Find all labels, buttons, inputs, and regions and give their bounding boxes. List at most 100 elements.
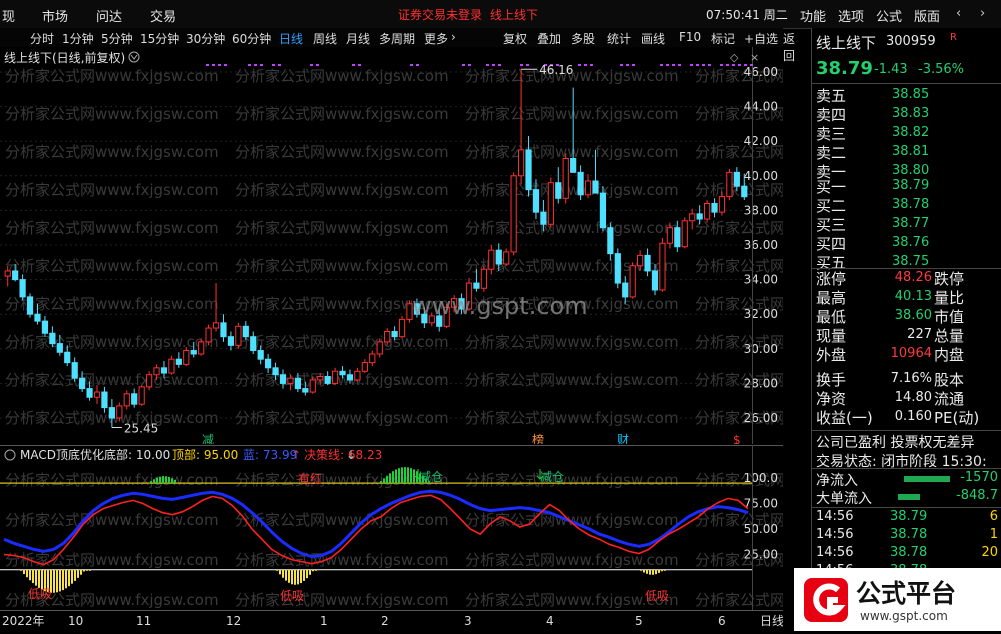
- stat-label-2: 流通: [934, 390, 965, 408]
- candle-body: [525, 149, 532, 191]
- hist-bar-negative: [65, 569, 67, 589]
- label-buy-low-2: 低吸: [280, 589, 304, 603]
- time-axis: 2022年 10 11 12 1 2 3 4 5 6 日线: [0, 610, 783, 631]
- signal-dot: [738, 64, 741, 66]
- watermark-text: 分析家公式网www.fxjgsw.com: [235, 591, 449, 609]
- tool-mark[interactable]: 标记: [711, 30, 735, 47]
- tick-price: 38.78: [890, 527, 928, 542]
- stat-value: 14.80: [894, 390, 932, 405]
- indicator-tick: 25.00: [744, 548, 778, 562]
- menu-layout[interactable]: 版面: [914, 6, 940, 25]
- close-icon[interactable]: ×: [750, 51, 759, 64]
- last-price: 38.79: [816, 58, 873, 79]
- event-rank[interactable]: 榜: [532, 432, 544, 444]
- candle-body: [123, 393, 130, 407]
- candle-body: [64, 351, 71, 364]
- signal-dot: [358, 64, 361, 66]
- signal-dot: [720, 64, 723, 66]
- tool-multi-stock[interactable]: 多股: [571, 30, 595, 47]
- axis-month-6: 6: [718, 614, 726, 628]
- candle-body: [235, 325, 242, 346]
- watermark-text: 分析家公式网www.fxjgsw.com: [465, 471, 679, 489]
- tick-time: 14:56: [816, 509, 854, 524]
- chevron-left-icon[interactable]: ‹: [956, 6, 961, 21]
- sell-level-price: 38.85: [892, 87, 930, 102]
- candle-body: [607, 227, 614, 255]
- tool-add-watchlist[interactable]: +自选: [744, 30, 778, 47]
- hist-bar-negative: [23, 569, 25, 575]
- axis-month-12: 12: [226, 614, 241, 628]
- period-5min[interactable]: 5分钟: [101, 30, 133, 47]
- macd-indicator-chart[interactable]: 分析家公式网www.fxjgsw.com 分析家公式网www.fxjgsw.com…: [0, 445, 783, 610]
- event-reduce[interactable]: 减: [202, 433, 214, 444]
- stat-value: 38.60: [894, 308, 932, 323]
- signal-dot: [584, 64, 587, 66]
- buy-level-price: 38.78: [892, 197, 930, 212]
- tool-fuquan[interactable]: 复权: [503, 30, 527, 47]
- indicator-tick: 75.00: [744, 497, 778, 511]
- indicator-decision: 决策线: 68.23: [304, 448, 382, 462]
- candle-body: [160, 367, 168, 374]
- high-price-label: 46.16: [539, 63, 573, 77]
- candle-body: [726, 171, 733, 198]
- candle-body: [354, 370, 361, 381]
- hist-bar-negative: [646, 569, 648, 574]
- signal-dot: [272, 64, 275, 66]
- axis-period-daily[interactable]: 日线: [760, 614, 783, 628]
- candle-body: [659, 242, 666, 291]
- login-notice[interactable]: 证券交易未登录: [398, 6, 482, 23]
- candlestick-chart[interactable]: 分析家公式网www.fxjgsw.com 分析家公式网www.fxjgsw.com…: [0, 47, 783, 444]
- period-daily[interactable]: 日线: [279, 30, 303, 47]
- tick-volume: 20: [981, 545, 998, 560]
- stat-label-2: 市值: [934, 308, 965, 326]
- menu-function[interactable]: 功能: [800, 6, 826, 25]
- watermark-text: 分析家公式网www.fxjgsw.com: [5, 181, 219, 199]
- signal-dot: [702, 64, 705, 66]
- watermark-text: 分析家公式网www.fxjgsw.com: [235, 143, 449, 161]
- period-30min[interactable]: 30分钟: [186, 30, 225, 47]
- menu-trade[interactable]: 交易: [150, 6, 176, 25]
- period-multi[interactable]: 多周期: [379, 30, 415, 47]
- stat-label: 净资: [816, 390, 847, 408]
- hist-bar-positive: [159, 476, 161, 484]
- company-profit: 公司已盈利 投票权无差异: [816, 435, 975, 451]
- event-finance[interactable]: 财: [617, 433, 629, 444]
- chevron-right-icon[interactable]: ›: [980, 6, 985, 21]
- period-60min[interactable]: 60分钟: [232, 30, 271, 47]
- signal-dot: [462, 64, 465, 66]
- menu-formula[interactable]: 公式: [876, 6, 902, 25]
- period-monthly[interactable]: 月线: [346, 30, 370, 47]
- tool-f10[interactable]: F10: [679, 30, 701, 44]
- menu-options[interactable]: 选项: [838, 6, 864, 25]
- period-fenshi[interactable]: 分时: [30, 30, 54, 47]
- arrow-down-icon: ↓: [346, 448, 356, 462]
- candle-body: [227, 336, 235, 346]
- menu-market[interactable]: 市场: [42, 6, 68, 25]
- signal-dot: [726, 64, 729, 66]
- chevron-right-icon[interactable]: ›: [451, 30, 456, 44]
- period-weekly[interactable]: 周线: [313, 30, 337, 47]
- candle-body: [93, 391, 101, 398]
- stat-label: 收益(一): [816, 409, 873, 427]
- period-15min[interactable]: 15分钟: [140, 30, 179, 47]
- hist-bar-negative: [658, 569, 660, 573]
- hist-bar-positive: [407, 467, 409, 484]
- watermark-text: 分析家公式网www.fxjgsw.com: [235, 551, 449, 569]
- tool-overlay[interactable]: 叠加: [537, 30, 561, 47]
- price-tick: 36.00: [744, 238, 778, 252]
- tool-stats[interactable]: 统计: [607, 30, 631, 47]
- candle-body: [272, 367, 279, 376]
- candle-body: [294, 377, 301, 390]
- candle-body: [570, 158, 577, 173]
- period-more[interactable]: 更多: [424, 30, 448, 47]
- tool-back[interactable]: 返回: [783, 30, 795, 64]
- stat-label: 涨停: [816, 270, 847, 288]
- period-1min[interactable]: 1分钟: [62, 30, 94, 47]
- menu-partial[interactable]: 现: [2, 6, 15, 25]
- price-tick: 30.00: [744, 342, 778, 356]
- menu-wenda[interactable]: 问达: [96, 6, 122, 25]
- diamond-icon[interactable]: ◇: [730, 51, 739, 64]
- signal-dot: [626, 64, 629, 66]
- event-dividend[interactable]: $: [733, 433, 741, 444]
- tool-draw-line[interactable]: 画线: [641, 30, 665, 47]
